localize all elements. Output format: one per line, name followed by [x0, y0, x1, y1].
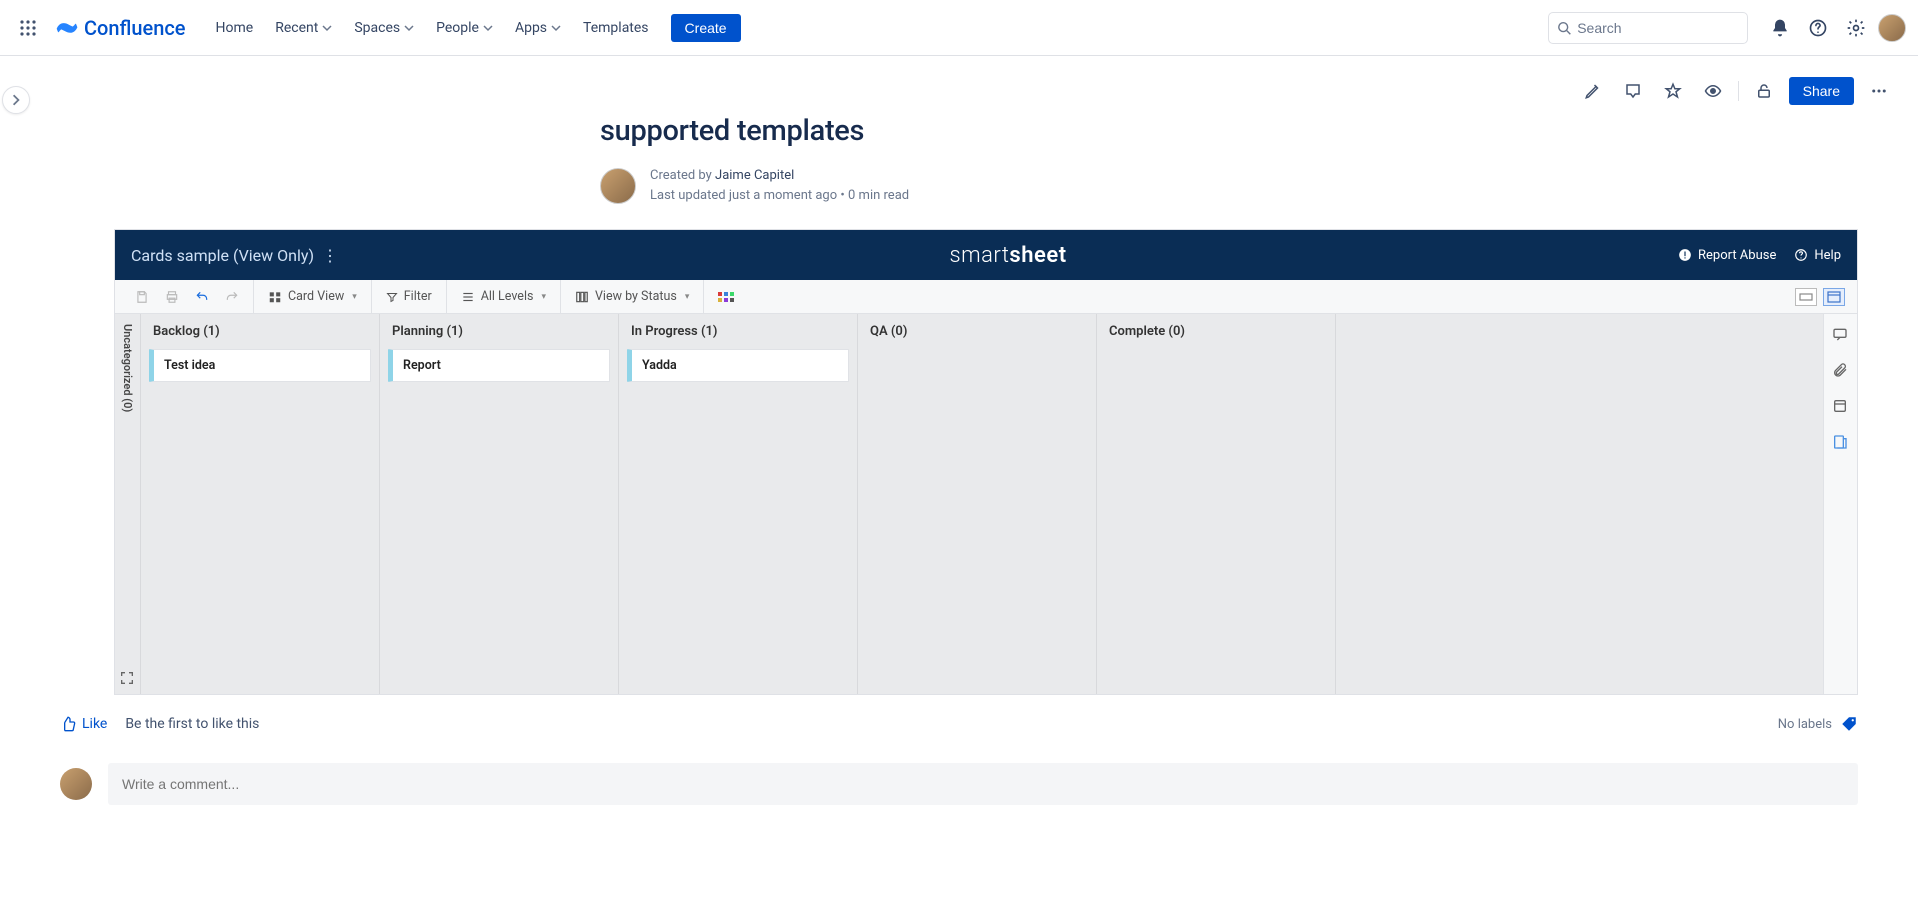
sheet-menu-icon[interactable]: ⋮ — [322, 246, 338, 265]
like-button[interactable]: Like — [60, 716, 107, 732]
product-name: Confluence — [84, 16, 186, 40]
smartsheet-board: Uncategorized (0) Backlog (1)Test ideaPl… — [115, 314, 1857, 694]
activity-log-icon[interactable] — [1832, 434, 1850, 452]
comment-avatar — [60, 768, 92, 800]
author-avatar[interactable] — [600, 168, 636, 204]
smartsheet-header: Cards sample (View Only) ⋮ smartsheet Re… — [115, 230, 1857, 280]
undo-icon[interactable] — [189, 287, 215, 307]
notifications-icon[interactable] — [1764, 12, 1796, 44]
lane-title: Complete (0) — [1105, 324, 1327, 349]
fullscreen-icon[interactable] — [119, 670, 137, 688]
help-link[interactable]: Help — [1794, 248, 1841, 263]
lane: QA (0) — [858, 314, 1097, 694]
proofs-icon[interactable] — [1832, 398, 1850, 416]
card[interactable]: Report — [388, 349, 610, 382]
settings-icon[interactable] — [1840, 12, 1872, 44]
search-box[interactable] — [1548, 12, 1748, 44]
card[interactable]: Yadda — [627, 349, 849, 382]
page-title: supported templates — [600, 114, 1600, 148]
all-levels-dropdown[interactable]: All Levels▾ — [455, 286, 552, 307]
sidebar-expand-button[interactable] — [2, 86, 30, 114]
print-icon — [159, 287, 185, 307]
comment-row — [60, 763, 1858, 805]
lane: In Progress (1)Yadda — [619, 314, 858, 694]
lane-title: Backlog (1) — [149, 324, 371, 349]
share-button[interactable]: Share — [1789, 77, 1854, 105]
reactions-row: Like Be the first to like this No labels — [60, 715, 1858, 733]
top-nav: Confluence Home Recent Spaces People App… — [0, 0, 1918, 56]
chevron-down-icon — [404, 23, 414, 33]
save-icon — [129, 287, 155, 307]
separator — [1738, 81, 1739, 101]
nav-home[interactable]: Home — [206, 14, 264, 42]
chevron-down-icon: ▾ — [685, 292, 690, 302]
page-actions: Share — [0, 56, 1918, 106]
full-view-toggle[interactable] — [1823, 288, 1845, 306]
watch-icon[interactable] — [1698, 76, 1728, 106]
more-actions-icon[interactable] — [1864, 76, 1894, 106]
search-input[interactable] — [1577, 20, 1739, 36]
smartsheet-embed: Cards sample (View Only) ⋮ smartsheet Re… — [114, 229, 1858, 695]
smartsheet-toolbar: Card View▾ Filter All Levels▾ View by St… — [115, 280, 1857, 314]
nav-people[interactable]: People — [426, 14, 503, 42]
help-icon[interactable] — [1802, 12, 1834, 44]
lane: Planning (1)Report — [380, 314, 619, 694]
comment-input[interactable] — [108, 763, 1858, 805]
byline: Created by Jaime Capitel Last updated ju… — [600, 166, 1600, 205]
filter-button[interactable]: Filter — [380, 286, 438, 307]
report-abuse-link[interactable]: Report Abuse — [1678, 248, 1776, 263]
comment-icon[interactable] — [1618, 76, 1648, 106]
chevron-down-icon: ▾ — [541, 292, 546, 302]
nav-recent[interactable]: Recent — [265, 14, 342, 42]
create-button[interactable]: Create — [671, 14, 741, 42]
card-view-dropdown[interactable]: Card View▾ — [262, 286, 363, 307]
nav-items: Home Recent Spaces People Apps Templates — [206, 14, 659, 42]
edit-icon[interactable] — [1578, 76, 1608, 106]
last-updated-row: Last updated just a moment ago • 0 min r… — [650, 186, 909, 206]
chevron-down-icon — [483, 23, 493, 33]
conversations-icon[interactable] — [1832, 326, 1850, 344]
view-by-dropdown[interactable]: View by Status▾ — [569, 286, 695, 307]
labels-section: No labels — [1778, 715, 1858, 733]
author-name[interactable]: Jaime Capitel — [715, 168, 794, 183]
like-prompt: Be the first to like this — [125, 716, 259, 732]
nav-spaces[interactable]: Spaces — [344, 14, 424, 42]
app-switcher-icon[interactable] — [12, 12, 44, 44]
color-legend-icon[interactable] — [712, 289, 740, 305]
restrictions-icon[interactable] — [1749, 76, 1779, 106]
confluence-logo[interactable]: Confluence — [48, 16, 194, 40]
redo-icon — [219, 287, 245, 307]
chevron-down-icon — [551, 23, 561, 33]
lane: Complete (0) — [1097, 314, 1336, 694]
sheet-title: Cards sample (View Only) — [131, 246, 314, 265]
compact-view-toggle[interactable] — [1795, 288, 1817, 306]
chevron-down-icon: ▾ — [352, 292, 357, 302]
lane: Backlog (1)Test idea — [141, 314, 380, 694]
card[interactable]: Test idea — [149, 349, 371, 382]
nav-apps[interactable]: Apps — [505, 14, 571, 42]
rail-label: Uncategorized (0) — [121, 324, 134, 412]
smartsheet-logo: smartsheet — [949, 243, 1066, 268]
lane-title: QA (0) — [866, 324, 1088, 349]
right-rail — [1823, 314, 1857, 694]
chevron-down-icon — [322, 23, 332, 33]
star-icon[interactable] — [1658, 76, 1688, 106]
uncategorized-rail[interactable]: Uncategorized (0) — [115, 314, 141, 694]
attachments-icon[interactable] — [1832, 362, 1850, 380]
lane-title: In Progress (1) — [627, 324, 849, 349]
page-header: supported templates Created by Jaime Cap… — [600, 114, 1600, 205]
lane-title: Planning (1) — [388, 324, 610, 349]
user-avatar[interactable] — [1878, 14, 1906, 42]
add-label-icon[interactable] — [1840, 715, 1858, 733]
search-icon — [1557, 20, 1571, 36]
nav-templates[interactable]: Templates — [573, 14, 659, 42]
created-by: Created by Jaime Capitel — [650, 166, 909, 186]
